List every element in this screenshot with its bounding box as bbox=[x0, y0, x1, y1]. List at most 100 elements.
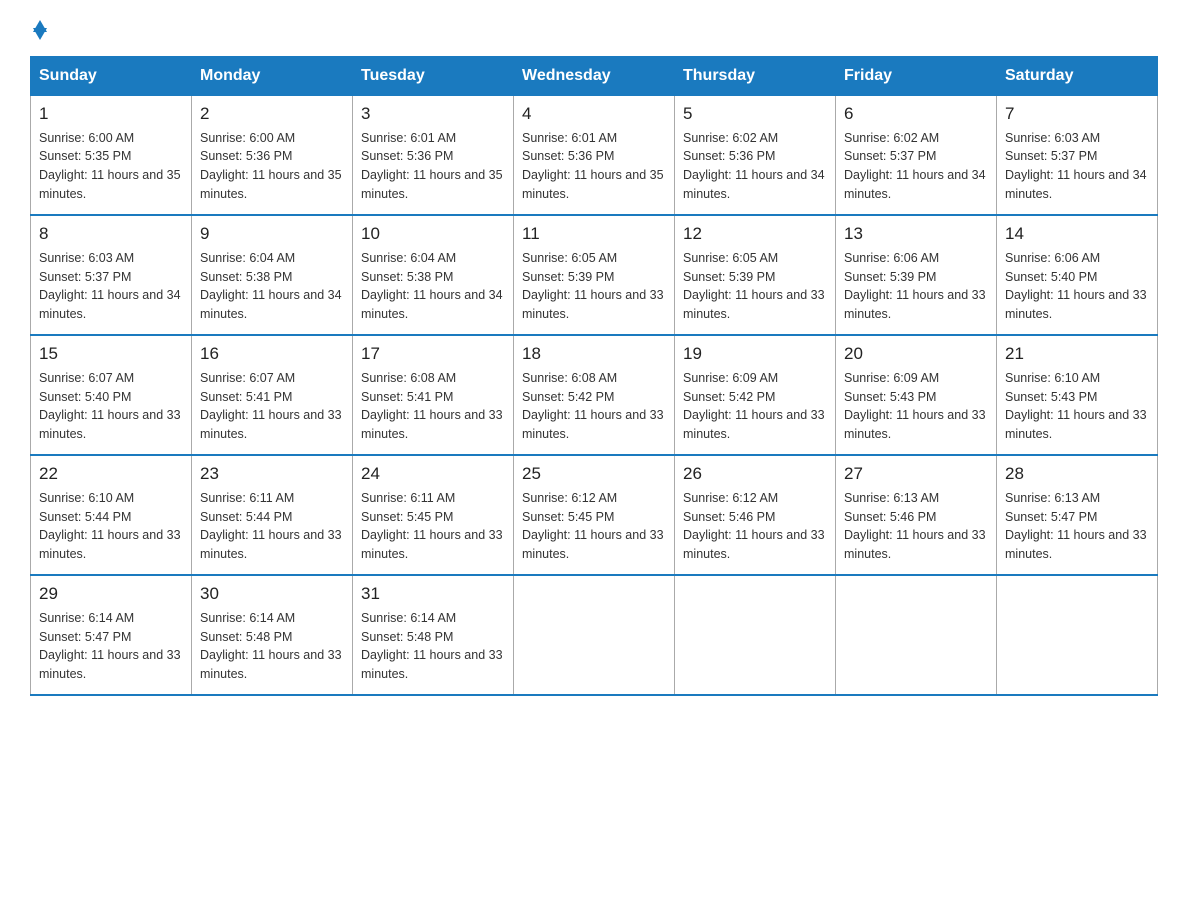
day-number: 5 bbox=[683, 102, 827, 127]
day-info: Sunrise: 6:00 AMSunset: 5:35 PMDaylight:… bbox=[39, 131, 181, 202]
day-number: 31 bbox=[361, 582, 505, 607]
day-number: 8 bbox=[39, 222, 183, 247]
calendar-cell: 25Sunrise: 6:12 AMSunset: 5:45 PMDayligh… bbox=[514, 455, 675, 575]
day-number: 16 bbox=[200, 342, 344, 367]
day-info: Sunrise: 6:13 AMSunset: 5:46 PMDaylight:… bbox=[844, 491, 986, 562]
calendar-cell: 10Sunrise: 6:04 AMSunset: 5:38 PMDayligh… bbox=[353, 215, 514, 335]
calendar-cell: 13 Sunrise: 6:06 AMSunset: 5:39 PMDayligh… bbox=[836, 215, 997, 335]
day-info: Sunrise: 6:06 AMSunset: 5:40 PMDaylight:… bbox=[1005, 251, 1147, 322]
day-number: 1 bbox=[39, 102, 183, 127]
day-number: 18 bbox=[522, 342, 666, 367]
day-number: 21 bbox=[1005, 342, 1149, 367]
calendar-cell: 17 Sunrise: 6:08 AMSunset: 5:41 PMDayligh… bbox=[353, 335, 514, 455]
day-number: 14 bbox=[1005, 222, 1149, 247]
day-info: Sunrise: 6:01 AMSunset: 5:36 PMDaylight:… bbox=[522, 131, 664, 202]
day-number: 29 bbox=[39, 582, 183, 607]
calendar-cell: 3 Sunrise: 6:01 AMSunset: 5:36 PMDaylight… bbox=[353, 96, 514, 216]
day-number: 30 bbox=[200, 582, 344, 607]
calendar-week-5: 29 Sunrise: 6:14 AMSunset: 5:47 PMDayligh… bbox=[31, 575, 1158, 695]
calendar-week-2: 8 Sunrise: 6:03 AMSunset: 5:37 PMDaylight… bbox=[31, 215, 1158, 335]
calendar-cell: 22 Sunrise: 6:10 AMSunset: 5:44 PMDayligh… bbox=[31, 455, 192, 575]
day-info: Sunrise: 6:07 AMSunset: 5:41 PMDaylight:… bbox=[200, 371, 342, 442]
day-number: 28 bbox=[1005, 462, 1149, 487]
day-info: Sunrise: 6:06 AMSunset: 5:39 PMDaylight:… bbox=[844, 251, 986, 322]
calendar-cell: 15 Sunrise: 6:07 AMSunset: 5:40 PMDayligh… bbox=[31, 335, 192, 455]
day-number: 15 bbox=[39, 342, 183, 367]
day-number: 24 bbox=[361, 462, 505, 487]
calendar-cell: 26 Sunrise: 6:12 AMSunset: 5:46 PMDayligh… bbox=[675, 455, 836, 575]
calendar-cell: 14 Sunrise: 6:06 AMSunset: 5:40 PMDayligh… bbox=[997, 215, 1158, 335]
day-info: Sunrise: 6:00 AMSunset: 5:36 PMDaylight:… bbox=[200, 131, 342, 202]
calendar-cell: 28 Sunrise: 6:13 AMSunset: 5:47 PMDayligh… bbox=[997, 455, 1158, 575]
day-info: Sunrise: 6:03 AMSunset: 5:37 PMDaylight:… bbox=[1005, 131, 1147, 202]
day-number: 13 bbox=[844, 222, 988, 247]
calendar-week-1: 1 Sunrise: 6:00 AMSunset: 5:35 PMDaylight… bbox=[31, 96, 1158, 216]
calendar-cell: 23 Sunrise: 6:11 AMSunset: 5:44 PMDayligh… bbox=[192, 455, 353, 575]
calendar-body: 1 Sunrise: 6:00 AMSunset: 5:35 PMDaylight… bbox=[31, 96, 1158, 696]
day-number: 2 bbox=[200, 102, 344, 127]
calendar-cell: 2 Sunrise: 6:00 AMSunset: 5:36 PMDaylight… bbox=[192, 96, 353, 216]
day-info: Sunrise: 6:02 AMSunset: 5:37 PMDaylight:… bbox=[844, 131, 986, 202]
day-info: Sunrise: 6:01 AMSunset: 5:36 PMDaylight:… bbox=[361, 131, 503, 202]
day-info: Sunrise: 6:07 AMSunset: 5:40 PMDaylight:… bbox=[39, 371, 181, 442]
calendar-cell: 8 Sunrise: 6:03 AMSunset: 5:37 PMDaylight… bbox=[31, 215, 192, 335]
logo bbox=[30, 20, 47, 40]
day-number: 19 bbox=[683, 342, 827, 367]
calendar-cell: 1 Sunrise: 6:00 AMSunset: 5:35 PMDaylight… bbox=[31, 96, 192, 216]
day-info: Sunrise: 6:03 AMSunset: 5:37 PMDaylight:… bbox=[39, 251, 181, 322]
day-number: 3 bbox=[361, 102, 505, 127]
calendar-cell bbox=[836, 575, 997, 695]
day-info: Sunrise: 6:04 AMSunset: 5:38 PMDaylight:… bbox=[200, 251, 342, 322]
day-info: Sunrise: 6:14 AMSunset: 5:48 PMDaylight:… bbox=[200, 611, 342, 682]
day-info: Sunrise: 6:05 AMSunset: 5:39 PMDaylight:… bbox=[522, 251, 664, 322]
day-info: Sunrise: 6:10 AMSunset: 5:44 PMDaylight:… bbox=[39, 491, 181, 562]
day-info: Sunrise: 6:09 AMSunset: 5:43 PMDaylight:… bbox=[844, 371, 986, 442]
day-number: 27 bbox=[844, 462, 988, 487]
calendar-cell: 18 Sunrise: 6:08 AMSunset: 5:42 PMDayligh… bbox=[514, 335, 675, 455]
calendar-cell: 29 Sunrise: 6:14 AMSunset: 5:47 PMDayligh… bbox=[31, 575, 192, 695]
day-number: 7 bbox=[1005, 102, 1149, 127]
day-info: Sunrise: 6:13 AMSunset: 5:47 PMDaylight:… bbox=[1005, 491, 1147, 562]
day-number: 17 bbox=[361, 342, 505, 367]
day-header-wednesday: Wednesday bbox=[514, 57, 675, 96]
calendar-cell: 20Sunrise: 6:09 AMSunset: 5:43 PMDayligh… bbox=[836, 335, 997, 455]
day-info: Sunrise: 6:10 AMSunset: 5:43 PMDaylight:… bbox=[1005, 371, 1147, 442]
calendar-week-3: 15 Sunrise: 6:07 AMSunset: 5:40 PMDayligh… bbox=[31, 335, 1158, 455]
calendar-cell bbox=[514, 575, 675, 695]
day-number: 11 bbox=[522, 222, 666, 247]
calendar-cell: 5 Sunrise: 6:02 AMSunset: 5:36 PMDaylight… bbox=[675, 96, 836, 216]
day-number: 9 bbox=[200, 222, 344, 247]
calendar-cell: 31 Sunrise: 6:14 AMSunset: 5:48 PMDayligh… bbox=[353, 575, 514, 695]
day-number: 6 bbox=[844, 102, 988, 127]
day-header-sunday: Sunday bbox=[31, 57, 192, 96]
calendar-cell: 6 Sunrise: 6:02 AMSunset: 5:37 PMDaylight… bbox=[836, 96, 997, 216]
day-info: Sunrise: 6:11 AMSunset: 5:45 PMDaylight:… bbox=[361, 491, 503, 562]
day-header-saturday: Saturday bbox=[997, 57, 1158, 96]
day-number: 12 bbox=[683, 222, 827, 247]
calendar-cell: 9 Sunrise: 6:04 AMSunset: 5:38 PMDaylight… bbox=[192, 215, 353, 335]
day-info: Sunrise: 6:12 AMSunset: 5:46 PMDaylight:… bbox=[683, 491, 825, 562]
day-header-tuesday: Tuesday bbox=[353, 57, 514, 96]
day-header-monday: Monday bbox=[192, 57, 353, 96]
day-number: 25 bbox=[522, 462, 666, 487]
calendar-cell: 4Sunrise: 6:01 AMSunset: 5:36 PMDaylight… bbox=[514, 96, 675, 216]
calendar-cell bbox=[997, 575, 1158, 695]
calendar-cell: 24 Sunrise: 6:11 AMSunset: 5:45 PMDayligh… bbox=[353, 455, 514, 575]
day-info: Sunrise: 6:14 AMSunset: 5:47 PMDaylight:… bbox=[39, 611, 181, 682]
calendar-header: SundayMondayTuesdayWednesdayThursdayFrid… bbox=[31, 57, 1158, 96]
day-number: 26 bbox=[683, 462, 827, 487]
day-info: Sunrise: 6:08 AMSunset: 5:42 PMDaylight:… bbox=[522, 371, 664, 442]
day-info: Sunrise: 6:14 AMSunset: 5:48 PMDaylight:… bbox=[361, 611, 503, 682]
calendar-table: SundayMondayTuesdayWednesdayThursdayFrid… bbox=[30, 56, 1158, 696]
calendar-week-4: 22 Sunrise: 6:10 AMSunset: 5:44 PMDayligh… bbox=[31, 455, 1158, 575]
day-number: 22 bbox=[39, 462, 183, 487]
calendar-cell: 7 Sunrise: 6:03 AMSunset: 5:37 PMDaylight… bbox=[997, 96, 1158, 216]
calendar-cell: 11 Sunrise: 6:05 AMSunset: 5:39 PMDayligh… bbox=[514, 215, 675, 335]
day-info: Sunrise: 6:08 AMSunset: 5:41 PMDaylight:… bbox=[361, 371, 503, 442]
day-info: Sunrise: 6:05 AMSunset: 5:39 PMDaylight:… bbox=[683, 251, 825, 322]
calendar-cell: 30 Sunrise: 6:14 AMSunset: 5:48 PMDayligh… bbox=[192, 575, 353, 695]
day-info: Sunrise: 6:02 AMSunset: 5:36 PMDaylight:… bbox=[683, 131, 825, 202]
day-info: Sunrise: 6:11 AMSunset: 5:44 PMDaylight:… bbox=[200, 491, 342, 562]
day-number: 23 bbox=[200, 462, 344, 487]
calendar-cell: 21 Sunrise: 6:10 AMSunset: 5:43 PMDayligh… bbox=[997, 335, 1158, 455]
